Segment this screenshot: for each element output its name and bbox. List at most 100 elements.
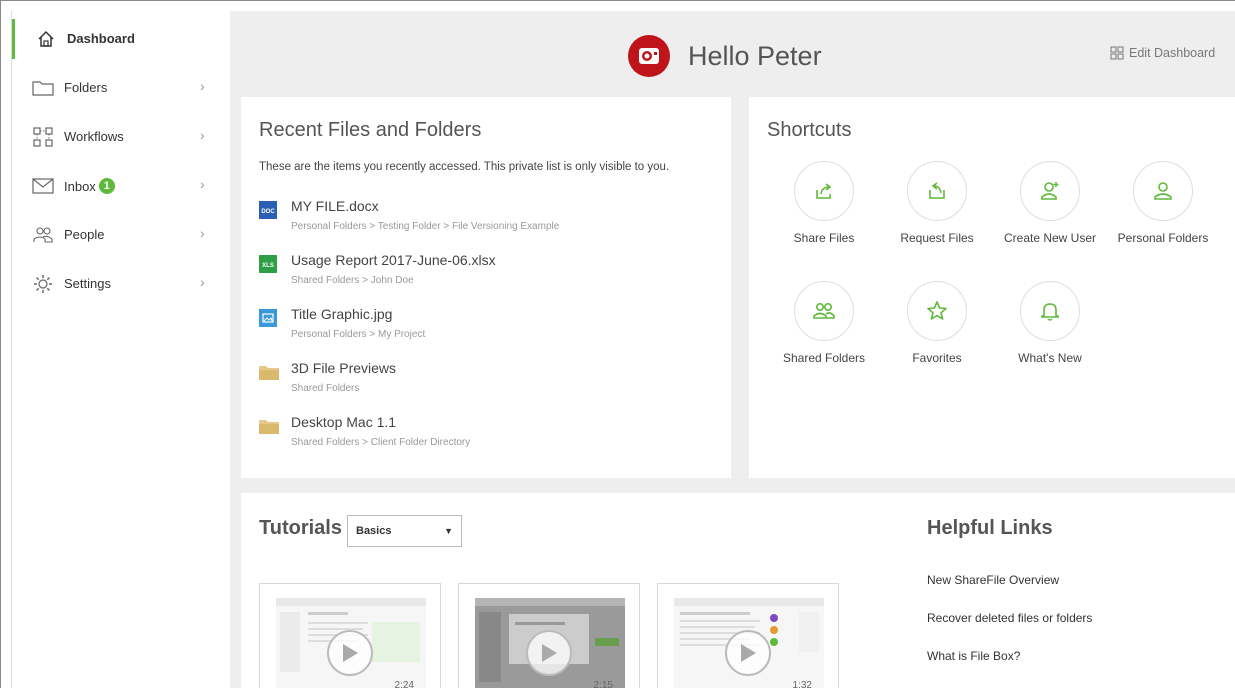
image-file-icon [259, 309, 277, 327]
play-icon [526, 630, 572, 676]
recent-files-description: These are the items you recently accesse… [259, 161, 670, 173]
folder-item[interactable]: 3D File Previews Shared Folders [259, 359, 719, 405]
tutorials-title: Tutorials [259, 517, 342, 539]
sidebar-item-label: Folders [64, 80, 108, 95]
workflows-icon [32, 127, 54, 147]
play-icon [725, 630, 771, 676]
sidebar-item-label: Settings [64, 276, 111, 291]
file-item[interactable]: DOC MY FILE.docx Personal Folders > Test… [259, 197, 719, 243]
sidebar-item-label: People [64, 227, 105, 242]
tutorial-video-2[interactable]: 2:15 [458, 583, 640, 688]
folder-icon [259, 417, 279, 435]
inbox-count-badge: 1 [98, 178, 115, 194]
sidebar: Dashboard Folders › Workflows › Inbox 1 › [11, 11, 229, 688]
request-files-icon [907, 161, 967, 221]
tutorial-video-1[interactable]: 2:24 [259, 583, 441, 688]
share-files-icon [794, 161, 854, 221]
folder-name: 3D File Previews [291, 360, 397, 376]
tutorial-video-3[interactable]: 1:32 [657, 583, 839, 688]
gear-icon [32, 274, 54, 294]
helpful-links-title: Helpful Links [927, 517, 1053, 539]
shortcut-request-files[interactable]: Request Files [882, 161, 992, 261]
helpful-link[interactable]: New ShareFile Overview [927, 573, 1059, 587]
edit-dashboard-button[interactable]: Edit Dashboard [1110, 46, 1215, 60]
recent-files-title: Recent Files and Folders [259, 119, 482, 141]
grid-icon [1110, 46, 1124, 60]
sidebar-item-label: Workflows [64, 129, 124, 144]
sidebar-item-label: Inbox 1 [64, 178, 115, 194]
main-content: Hello Peter Edit Dashboard Recent Files … [230, 11, 1235, 688]
video-duration: 2:15 [593, 680, 613, 688]
page-title: Hello Peter [688, 40, 822, 71]
shortcut-label: Share Files [793, 231, 855, 245]
shortcut-label: Personal Folders [1117, 231, 1209, 245]
folder-icon [32, 78, 54, 98]
shortcut-whats-new[interactable]: What's New [995, 281, 1105, 381]
shortcuts-card: Shortcuts Share Files Request Files Crea… [749, 97, 1235, 478]
edit-dashboard-label: Edit Dashboard [1129, 46, 1216, 60]
file-name: Title Graphic.jpg [291, 306, 393, 322]
xls-file-icon: XLS [259, 255, 277, 273]
add-user-icon [1020, 161, 1080, 221]
sidebar-item-settings[interactable]: Settings › [12, 264, 230, 304]
file-path: Shared Folders > John Doe [291, 275, 414, 286]
file-name: MY FILE.docx [291, 198, 379, 214]
shortcut-share-files[interactable]: Share Files [769, 161, 879, 261]
file-path: Personal Folders > My Project [291, 329, 426, 340]
shared-people-icon [794, 281, 854, 341]
home-icon [35, 29, 57, 49]
inbox-icon [32, 176, 54, 196]
file-path: Personal Folders > Testing Folder > File… [291, 221, 560, 232]
folder-icon [259, 363, 279, 381]
chevron-right-icon: › [200, 225, 205, 241]
play-icon [327, 630, 373, 676]
shortcut-label: What's New [1018, 351, 1082, 365]
folder-name: Desktop Mac 1.1 [291, 414, 397, 430]
chevron-right-icon: › [200, 78, 205, 94]
doc-type-label: DOC [261, 209, 275, 215]
shortcut-label: Create New User [1003, 231, 1097, 245]
chevron-right-icon: › [200, 127, 205, 143]
shortcut-personal-folders[interactable]: Personal Folders [1108, 161, 1218, 261]
file-name: Usage Report 2017-June-06.xlsx [291, 252, 496, 268]
shortcut-favorites[interactable]: Favorites [882, 281, 992, 381]
shortcut-label: Favorites [912, 351, 962, 365]
bell-icon [1020, 281, 1080, 341]
sidebar-item-people[interactable]: People › [12, 215, 230, 255]
avatar[interactable] [628, 35, 670, 77]
folder-item[interactable]: Desktop Mac 1.1 Shared Folders > Client … [259, 413, 719, 459]
file-item[interactable]: Title Graphic.jpg Personal Folders > My … [259, 305, 719, 351]
tutorials-category-select[interactable]: Basics ▼ [347, 515, 462, 547]
helpful-link[interactable]: What is File Box? [927, 649, 1020, 663]
tutorials-card: Tutorials Basics ▼ 2:24 2:15 1:32 Helpfu… [241, 493, 1235, 688]
star-icon [907, 281, 967, 341]
sidebar-item-workflows[interactable]: Workflows › [12, 117, 230, 157]
shortcut-label: Request Files [900, 231, 974, 245]
app-window: Dashboard Folders › Workflows › Inbox 1 › [0, 0, 1235, 688]
person-icon [1133, 161, 1193, 221]
sidebar-item-dashboard[interactable]: Dashboard [12, 19, 230, 59]
inbox-label: Inbox [64, 178, 96, 194]
chevron-right-icon: › [200, 274, 205, 290]
sidebar-item-folders[interactable]: Folders › [12, 68, 230, 108]
file-item[interactable]: XLS Usage Report 2017-June-06.xlsx Share… [259, 251, 719, 297]
shortcut-create-new-user[interactable]: Create New User [995, 161, 1105, 261]
doc-file-icon: DOC [259, 201, 277, 219]
video-duration: 2:24 [394, 680, 414, 688]
tutorials-selected-value: Basics [356, 525, 392, 537]
recent-files-card: Recent Files and Folders These are the i… [241, 97, 731, 478]
chevron-down-icon: ▼ [444, 526, 453, 536]
shortcuts-title: Shortcuts [767, 119, 852, 141]
xls-type-label: XLS [262, 263, 274, 269]
shortcut-shared-folders[interactable]: Shared Folders [769, 281, 879, 381]
folder-path: Shared Folders > Client Folder Directory [291, 437, 471, 448]
chevron-right-icon: › [200, 176, 205, 192]
sidebar-item-label: Dashboard [67, 31, 135, 46]
greeting-header: Hello Peter [628, 35, 822, 77]
helpful-link[interactable]: Recover deleted files or folders [927, 611, 1092, 625]
folder-path: Shared Folders [291, 383, 360, 394]
sidebar-item-inbox[interactable]: Inbox 1 › [12, 166, 230, 206]
shortcut-label: Shared Folders [782, 351, 866, 365]
video-duration: 1:32 [792, 680, 812, 688]
people-icon [32, 225, 54, 245]
